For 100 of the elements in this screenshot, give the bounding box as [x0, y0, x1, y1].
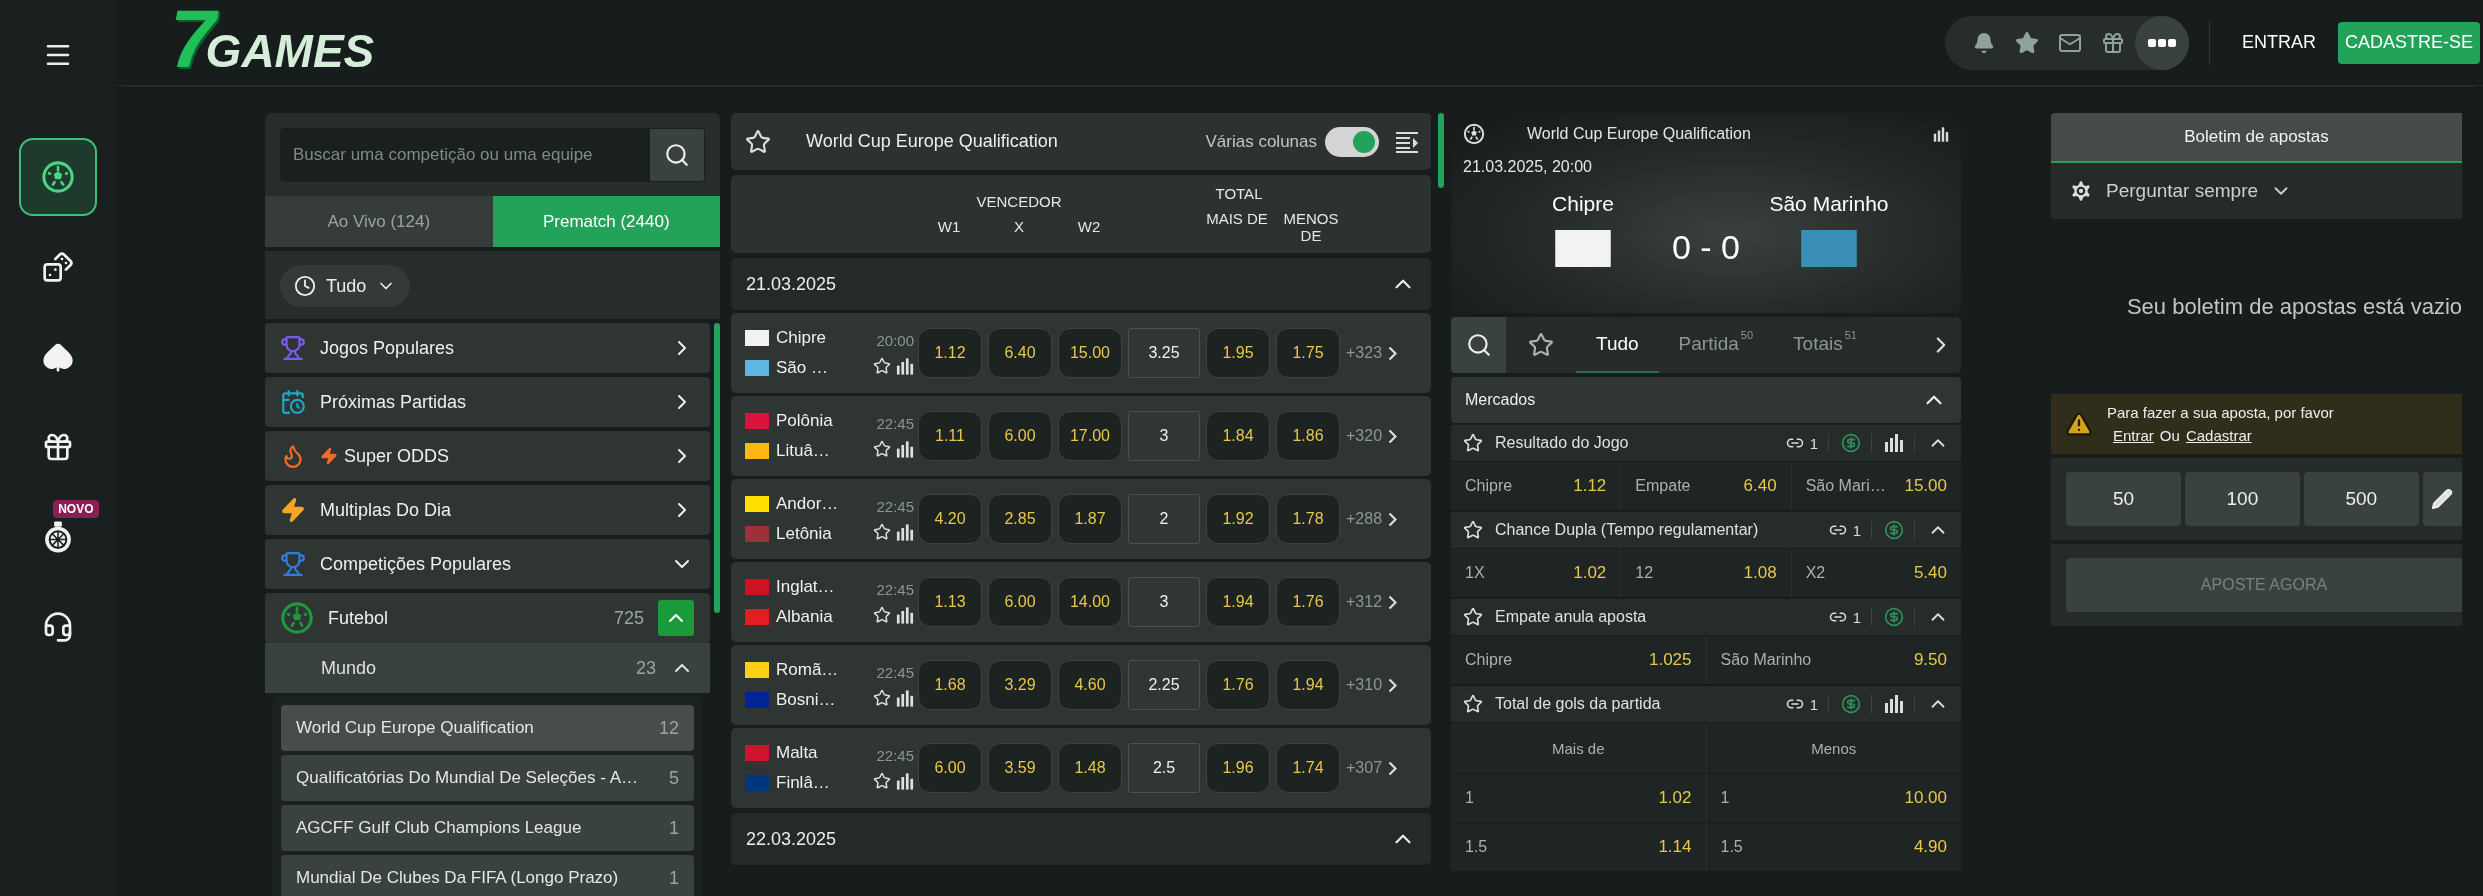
outcome-button[interactable]: Chipre 1.025	[1451, 636, 1706, 684]
outcome-button[interactable]: 1.5 4.90	[1706, 823, 1961, 871]
total-line-button[interactable]: 2.25	[1128, 660, 1200, 710]
date-group-header[interactable]: 21.03.2025	[731, 258, 1431, 310]
odds-button[interactable]: 2.85	[988, 494, 1052, 544]
star-icon[interactable]	[873, 771, 891, 790]
odds-button[interactable]: 4.60	[1058, 660, 1122, 710]
odds-setting-dropdown[interactable]: Perguntar sempre	[2051, 163, 2462, 219]
total-line-button[interactable]: 3	[1128, 411, 1200, 461]
logo[interactable]: 7GAMES	[170, 5, 375, 80]
stake-button[interactable]: 50	[2066, 472, 2181, 526]
outcome-button[interactable]: 1 1.02	[1451, 774, 1706, 822]
odds-button[interactable]: 1.75	[1276, 328, 1340, 378]
odds-button[interactable]: 15.00	[1058, 328, 1122, 378]
outcome-button[interactable]: São Marinho 9.50	[1706, 636, 1961, 684]
more-markets-link[interactable]: +312	[1346, 593, 1398, 611]
star-icon[interactable]	[1463, 433, 1483, 453]
stats-icon[interactable]	[896, 689, 914, 707]
odds-button[interactable]: 6.00	[988, 411, 1052, 461]
category-item[interactable]: Próximas Partidas	[265, 377, 710, 427]
star-icon[interactable]	[1463, 694, 1483, 714]
outcome-button[interactable]: Chipre 1.12	[1451, 462, 1621, 510]
stats-icon[interactable]	[896, 523, 914, 541]
stats-icon[interactable]	[1884, 695, 1904, 713]
star-icon[interactable]	[873, 688, 891, 707]
star-icon[interactable]	[873, 356, 891, 375]
odds-button[interactable]: 1.95	[1206, 328, 1270, 378]
search-button[interactable]	[1451, 317, 1506, 373]
login-link[interactable]: Entrar	[2113, 427, 2154, 444]
outcome-button[interactable]: 1X 1.02	[1451, 549, 1621, 597]
more-markets-link[interactable]: +288	[1346, 510, 1398, 528]
odds-button[interactable]: 17.00	[1058, 411, 1122, 461]
total-line-button[interactable]: 2.5	[1128, 743, 1200, 793]
odds-button[interactable]: 1.84	[1206, 411, 1270, 461]
league-item[interactable]: Qualificatórias Do Mundial De Seleções - A… 5	[281, 755, 694, 801]
stats-icon[interactable]	[896, 606, 914, 624]
region-item[interactable]: Mundo 23	[265, 643, 710, 693]
category-item[interactable]: Competições Populares	[265, 539, 710, 589]
odds-button[interactable]: 14.00	[1058, 577, 1122, 627]
more-markets-link[interactable]: +307	[1346, 759, 1398, 777]
edit-button[interactable]	[2422, 472, 2462, 526]
markets-header[interactable]: Mercados	[1451, 377, 1961, 423]
bet-slip-tab[interactable]: Boletim de apostas	[2051, 113, 2462, 163]
odds-button[interactable]: 1.94	[1276, 660, 1340, 710]
total-line-button[interactable]: 3.25	[1128, 328, 1200, 378]
more-button[interactable]	[2134, 15, 2189, 70]
star-icon[interactable]	[745, 128, 771, 155]
market-tab[interactable]: Totais$^{51}$	[1773, 317, 1877, 373]
more-markets-link[interactable]: +310	[1346, 676, 1398, 694]
star-icon[interactable]	[873, 605, 891, 624]
league-item[interactable]: World Cup Europe Qualification 12	[281, 705, 694, 751]
outcome-button[interactable]: São Mari… 15.00	[1791, 462, 1961, 510]
odds-button[interactable]: 1.74	[1276, 743, 1340, 793]
odds-button[interactable]: 4.20	[918, 494, 982, 544]
rail-nav-button[interactable]: NOVO	[18, 498, 97, 576]
stats-icon[interactable]	[1933, 126, 1949, 142]
time-filter-dropdown[interactable]: Tudo	[280, 265, 411, 307]
odds-button[interactable]: 1.76	[1276, 577, 1340, 627]
odds-button[interactable]: 3.29	[988, 660, 1052, 710]
category-item[interactable]: Jogos Populares	[265, 323, 710, 373]
league-item[interactable]: Mundial De Clubes Da FIFA (Longo Prazo) 1	[281, 855, 694, 896]
odds-button[interactable]: 1.78	[1276, 494, 1340, 544]
market-tab[interactable]: Partida$^{50}$	[1658, 317, 1774, 373]
total-line-button[interactable]: 2	[1128, 494, 1200, 544]
stats-icon[interactable]	[896, 772, 914, 790]
odds-button[interactable]: 1.86	[1276, 411, 1340, 461]
more-markets-link[interactable]: +320	[1346, 427, 1398, 445]
list-layout-icon[interactable]	[1395, 130, 1419, 153]
stake-button[interactable]: 100	[2184, 472, 2300, 526]
mode-tab[interactable]: Ao Vivo (124)	[265, 196, 493, 247]
multi-column-switch[interactable]	[1325, 126, 1379, 157]
odds-button[interactable]: 6.00	[918, 743, 982, 793]
odds-button[interactable]: 1.12	[918, 328, 982, 378]
collapse-toggle[interactable]	[658, 600, 694, 636]
star-icon[interactable]	[873, 522, 891, 541]
odds-button[interactable]: 1.13	[918, 577, 982, 627]
market-tab[interactable]: Tudo	[1576, 317, 1659, 373]
stats-icon[interactable]	[896, 440, 914, 458]
outcome-button[interactable]: 12 1.08	[1621, 549, 1791, 597]
star-icon[interactable]	[1463, 607, 1483, 627]
stats-icon[interactable]	[896, 357, 914, 375]
stats-icon[interactable]	[1884, 434, 1904, 452]
odds-button[interactable]: 1.68	[918, 660, 982, 710]
odds-button[interactable]: 6.40	[988, 328, 1052, 378]
register-link[interactable]: Cadastrar	[2185, 427, 2252, 444]
category-item[interactable]: Multiplas Do Dia	[265, 485, 710, 535]
date-group-header[interactable]: 22.03.2025	[731, 813, 1431, 865]
odds-button[interactable]: 1.76	[1206, 660, 1270, 710]
outcome-button[interactable]: Empate 6.40	[1621, 462, 1791, 510]
more-markets-link[interactable]: +323	[1346, 344, 1398, 362]
outcome-button[interactable]: X2 5.40	[1791, 549, 1961, 597]
sport-item[interactable]: Futebol 725	[265, 593, 710, 643]
category-item[interactable]: Super ODDS	[265, 431, 710, 481]
star-icon[interactable]	[873, 439, 891, 458]
outcome-button[interactable]: 1 10.00	[1706, 774, 1961, 822]
stake-button[interactable]: 500	[2303, 472, 2419, 526]
odds-button[interactable]: 1.11	[918, 411, 982, 461]
odds-button[interactable]: 1.96	[1206, 743, 1270, 793]
total-line-button[interactable]: 3	[1128, 577, 1200, 627]
odds-button[interactable]: 3.59	[988, 743, 1052, 793]
